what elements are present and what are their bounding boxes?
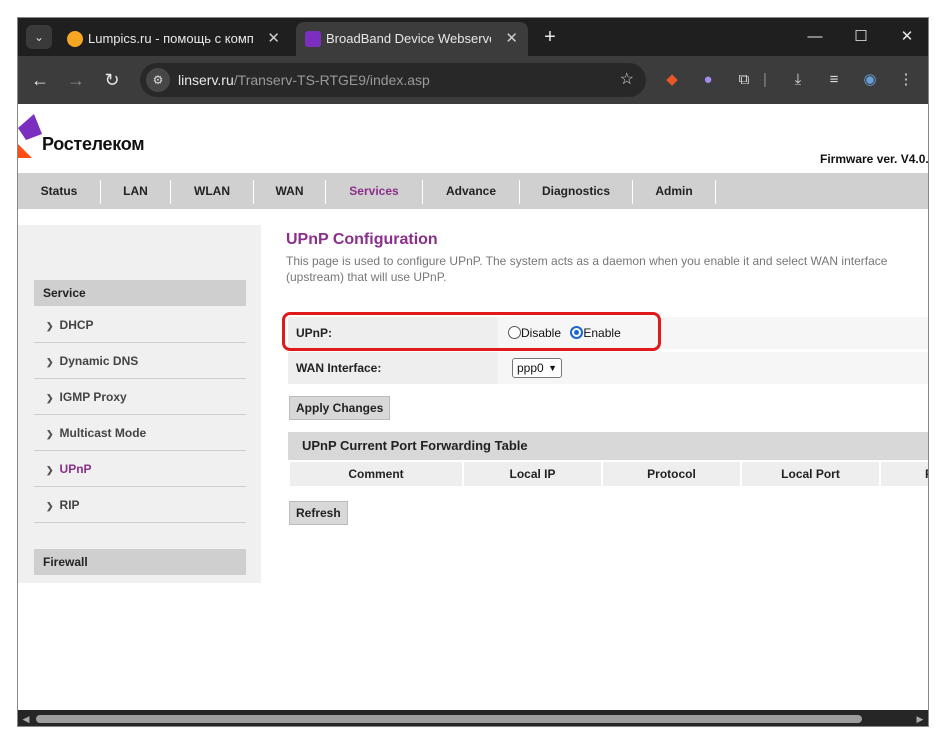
tab-close-icon[interactable]: ✕ — [505, 22, 518, 56]
bullet-icon: ❯ — [46, 429, 54, 439]
bullet-icon: ❯ — [46, 465, 54, 475]
bullet-icon: ❯ — [46, 357, 54, 367]
column-local-ip: Local IP — [464, 462, 601, 486]
rostelecom-favicon-icon — [305, 31, 321, 47]
annotation-highlight-box — [282, 312, 661, 351]
port-forwarding-table-header: Comment Local IP Protocol Local Port Rem… — [288, 460, 928, 488]
menu-diagnostics[interactable]: Diagnostics — [520, 173, 632, 209]
webpage: Ростелеком Firmware ver. V4.0.0 Status L… — [18, 104, 929, 710]
extension-ghost-icon[interactable]: ● — [696, 68, 720, 92]
menu-divider — [715, 180, 716, 204]
tab-broadband-webserver[interactable]: BroadBand Device Webserver ✕ — [296, 22, 528, 56]
column-remote-port: Remote Port — [881, 462, 928, 486]
extensions-puzzle-icon[interactable]: ⧉ — [732, 68, 756, 92]
apply-changes-button[interactable]: Apply Changes — [289, 396, 391, 420]
column-protocol: Protocol — [603, 462, 740, 486]
bullet-icon: ❯ — [46, 393, 54, 403]
forward-icon[interactable]: → — [64, 68, 88, 92]
scroll-left-icon[interactable]: ◀ — [20, 712, 32, 726]
sidebar-header-firewall[interactable]: Firewall — [34, 549, 246, 575]
browser-toolbar: ← → ↻ ⚙ linserv.ru/Transerv-TS-RTGE9/ind… — [18, 56, 928, 104]
scrollbar-thumb[interactable] — [36, 715, 862, 723]
horizontal-scrollbar[interactable]: ◀ ▶ — [18, 710, 928, 726]
menu-kebab-icon[interactable]: ⋮ — [894, 68, 918, 92]
browser-window: ⌄ Lumpics.ru - помощь с компь ✕ BroadBan… — [17, 17, 929, 727]
reload-icon[interactable]: ↻ — [100, 68, 124, 92]
port-forwarding-table-title: UPnP Current Port Forwarding Table — [288, 432, 928, 460]
site-info-icon[interactable]: ⚙ — [146, 68, 170, 92]
tab-search-button[interactable]: ⌄ — [26, 25, 52, 49]
download-icon[interactable]: ⤓ — [786, 68, 810, 92]
sidebar-item-dhcp[interactable]: ❯ DHCP — [34, 307, 246, 343]
tab-close-icon[interactable]: ✕ — [267, 22, 280, 56]
menu-lan[interactable]: LAN — [101, 173, 170, 209]
back-icon[interactable]: ← — [28, 68, 52, 92]
chevron-down-icon: ▼ — [548, 363, 557, 373]
maximize-button[interactable]: ☐ — [838, 18, 884, 56]
sidebar-item-rip[interactable]: ❯ RIP — [34, 487, 246, 523]
firmware-version: Firmware ver. V4.0.0 — [820, 152, 929, 166]
toolbar-divider: | — [763, 71, 767, 88]
profile-avatar[interactable]: ◉ — [858, 68, 882, 92]
menu-status[interactable]: Status — [18, 173, 100, 209]
menu-admin[interactable]: Admin — [633, 173, 715, 209]
column-comment: Comment — [290, 462, 462, 486]
sidebar-item-dynamic-dns[interactable]: ❯ Dynamic DNS — [34, 343, 246, 379]
bullet-icon: ❯ — [46, 321, 54, 331]
menu-wan[interactable]: WAN — [254, 173, 325, 209]
lumpics-favicon-icon — [67, 31, 83, 47]
menu-wlan[interactable]: WLAN — [171, 173, 253, 209]
scroll-right-icon[interactable]: ▶ — [914, 712, 926, 726]
sidebar-item-igmp-proxy[interactable]: ❯ IGMP Proxy — [34, 379, 246, 415]
sidebar-header-service[interactable]: Service — [34, 280, 246, 306]
column-local-port: Local Port — [742, 462, 879, 486]
refresh-button[interactable]: Refresh — [289, 501, 348, 525]
tab-lumpics[interactable]: Lumpics.ru - помощь с компь ✕ — [58, 22, 290, 56]
media-control-icon[interactable]: ≡ — [822, 68, 846, 92]
page-description: This page is used to configure UPnP. The… — [286, 254, 888, 284]
wan-interface-label: WAN Interface: — [296, 361, 382, 375]
bullet-icon: ❯ — [46, 501, 54, 511]
tab-strip: ⌄ Lumpics.ru - помощь с компь ✕ BroadBan… — [18, 18, 928, 56]
minimize-button[interactable]: — — [792, 18, 838, 56]
rostelecom-logo-icon — [18, 114, 42, 158]
address-bar[interactable]: ⚙ linserv.ru/Transerv-TS-RTGE9/index.asp… — [140, 63, 646, 97]
menu-services[interactable]: Services — [326, 173, 422, 209]
sidebar: Service ❯ DHCP ❯ Dynamic DNS ❯ IGMP Proxy ❯… — [18, 225, 261, 583]
main-menu: Status LAN WLAN WAN Services Advance Dia… — [18, 173, 928, 209]
url-text[interactable]: linserv.ru/Transerv-TS-RTGE9/index.asp — [178, 63, 430, 97]
sidebar-item-multicast-mode[interactable]: ❯ Multicast Mode — [34, 415, 246, 451]
tab-title: BroadBand Device Webserver — [326, 31, 491, 46]
wan-interface-select[interactable]: ppp0 ▼ — [512, 358, 562, 378]
new-tab-button[interactable]: + — [538, 24, 562, 50]
page-title: UPnP Configuration — [286, 231, 438, 248]
menu-advance[interactable]: Advance — [423, 173, 519, 209]
bookmark-star-icon[interactable]: ☆ — [620, 63, 634, 97]
tab-title: Lumpics.ru - помощь с компь — [88, 31, 253, 46]
wan-interface-row: WAN Interface: ppp0 ▼ — [288, 352, 928, 384]
brand-logo-text: Ростелеком — [42, 134, 145, 154]
extension-fox-icon[interactable]: ◆ — [660, 68, 684, 92]
sidebar-item-upnp[interactable]: ❯ UPnP — [34, 451, 246, 487]
wan-interface-cell: ppp0 ▼ — [498, 352, 928, 384]
close-window-button[interactable]: ✕ — [884, 18, 928, 56]
